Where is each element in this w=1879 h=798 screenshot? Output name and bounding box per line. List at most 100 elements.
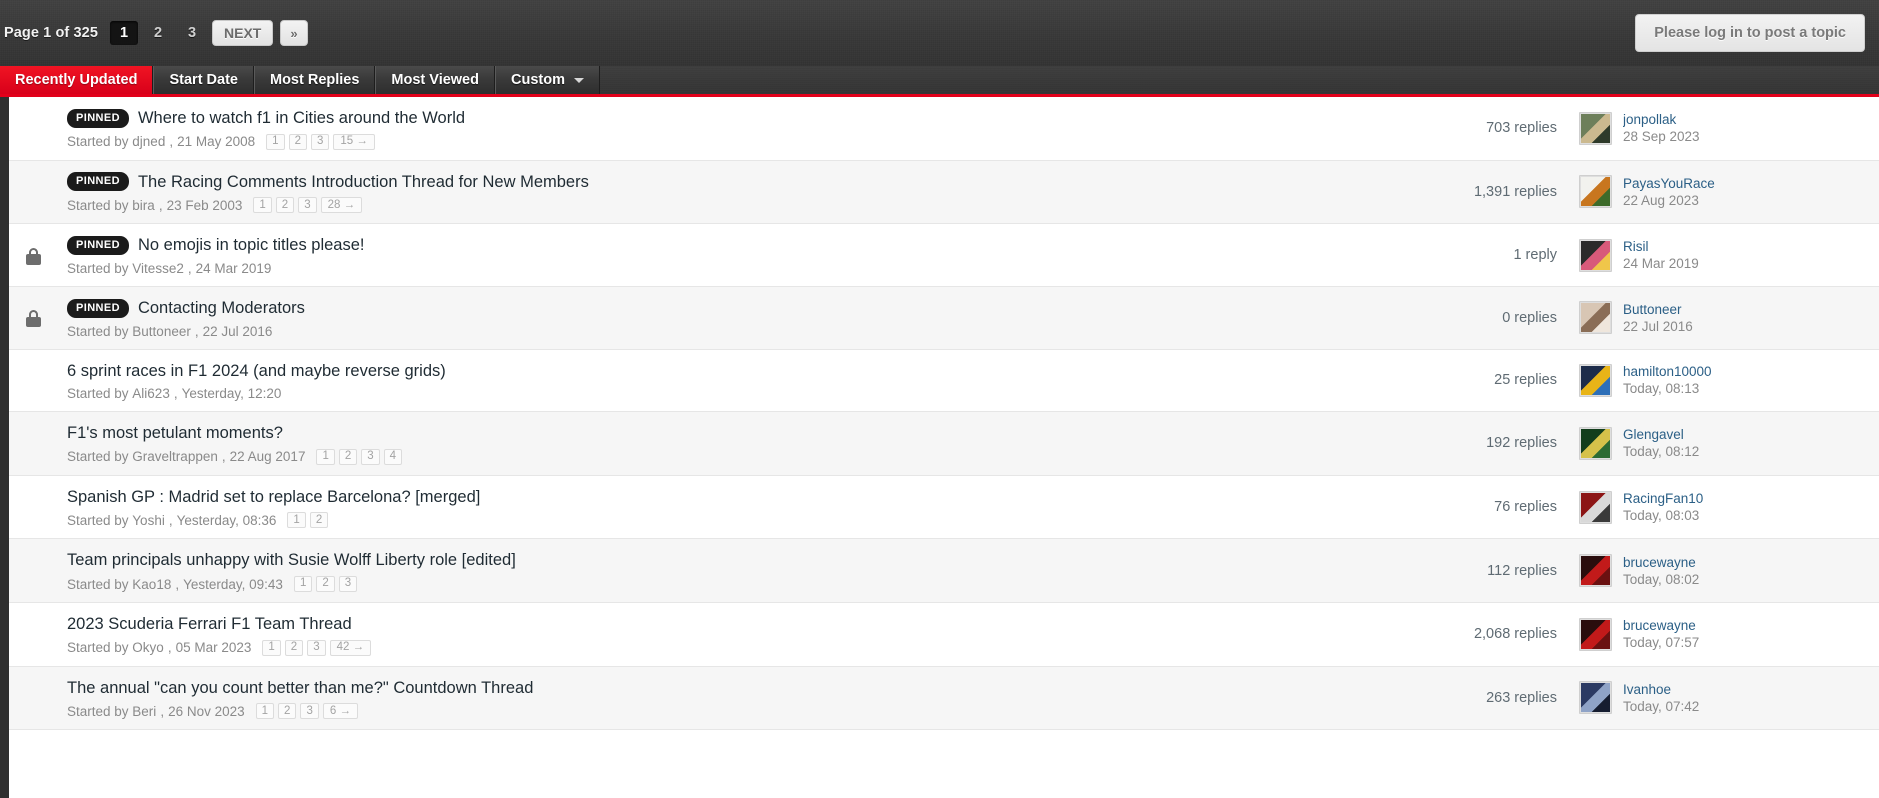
topic-starter-link[interactable]: bira	[132, 198, 155, 213]
page-chip[interactable]: 2	[275, 197, 295, 214]
page-chip[interactable]: 1	[287, 512, 306, 529]
last-page-button[interactable]: »	[280, 20, 308, 46]
last-poster-link[interactable]: Risil	[1623, 239, 1699, 254]
table-row[interactable]: Spanish GP : Madrid set to replace Barce…	[9, 475, 1879, 540]
page-chip[interactable]: 1	[253, 197, 272, 214]
tab-start-date[interactable]: Start Date	[153, 66, 254, 94]
table-row[interactable]: F1's most petulant moments? Started by Gr…	[9, 412, 1879, 476]
avatar[interactable]	[1579, 111, 1612, 145]
topic-title-link[interactable]: Team principals unhappy with Susie Wolff…	[67, 550, 516, 571]
topic-starter-link[interactable]: Yoshi	[132, 513, 165, 528]
table-row[interactable]: PINNED No emojis in topic titles please! S…	[9, 224, 1879, 287]
topic-flag-cell	[9, 539, 57, 602]
page-chip[interactable]: 2	[278, 703, 297, 720]
page-chip[interactable]: 1	[266, 133, 285, 150]
topic-flag-cell	[9, 476, 57, 539]
page-chip[interactable]: 2	[316, 576, 335, 592]
topic-starter-link[interactable]: Vitesse2	[132, 261, 184, 276]
last-poster-link[interactable]: RacingFan10	[1623, 491, 1703, 506]
avatar[interactable]	[1579, 554, 1612, 588]
topic-info-cell: 2023 Scuderia Ferrari F1 Team Thread Star…	[57, 603, 1344, 666]
topic-starter-link[interactable]: djned	[132, 134, 165, 149]
tab-custom[interactable]: Custom	[494, 66, 600, 94]
topic-title-link[interactable]: F1's most petulant moments?	[67, 423, 283, 444]
avatar[interactable]	[1579, 617, 1612, 651]
page-chip[interactable]: 2	[284, 639, 304, 656]
topic-title-link[interactable]: Contacting Moderators	[138, 298, 305, 319]
topic-title-link[interactable]: Where to watch f1 in Cities around the W…	[138, 108, 465, 129]
topic-title-link[interactable]: Spanish GP : Madrid set to replace Barce…	[67, 487, 480, 508]
topic-meta: Started by Ali623, Yesterday, 12:20	[67, 386, 1334, 401]
page-chip[interactable]: 3	[361, 448, 380, 465]
table-row[interactable]: The annual "can you count better than me…	[9, 666, 1879, 731]
last-poster-link[interactable]: Buttoneer	[1623, 302, 1693, 317]
avatar[interactable]	[1579, 301, 1612, 335]
topic-starter-link[interactable]: Graveltrappen	[132, 449, 218, 464]
page-chip[interactable]: 6 →	[322, 703, 358, 720]
topic-starter-link[interactable]: Beri	[132, 704, 156, 719]
last-poster-link[interactable]: Glengavel	[1623, 427, 1699, 442]
avatar[interactable]	[1579, 490, 1612, 524]
avatar-image	[1581, 492, 1610, 522]
avatar[interactable]	[1579, 681, 1612, 715]
avatar[interactable]	[1579, 426, 1612, 460]
page-chip[interactable]: 2	[288, 133, 307, 150]
tab-most-viewed[interactable]: Most Viewed	[375, 66, 495, 94]
last-poster-link[interactable]: brucewayne	[1623, 618, 1699, 633]
page-chip[interactable]: 1	[293, 576, 313, 592]
page-chip[interactable]: 42 →	[329, 639, 372, 656]
topic-title-link[interactable]: No emojis in topic titles please!	[138, 235, 365, 256]
topic-starter-link[interactable]: Kao18	[132, 577, 171, 592]
page-chip[interactable]: 1	[255, 703, 275, 720]
page-chip[interactable]: 3	[298, 197, 317, 214]
avatar[interactable]	[1579, 238, 1612, 272]
tab-recently-updated[interactable]: Recently Updated	[0, 66, 154, 94]
avatar[interactable]	[1579, 175, 1612, 209]
tab-most-replies[interactable]: Most Replies	[253, 66, 376, 94]
page-chip[interactable]: 3	[338, 576, 358, 592]
started-by-label: Started by	[67, 197, 133, 213]
page-number-2[interactable]: 2	[144, 21, 172, 45]
page-number-1[interactable]: 1	[110, 21, 138, 45]
page-chip[interactable]: 1	[316, 448, 335, 465]
topic-starter-link[interactable]: Okyo	[132, 640, 164, 655]
page-chip[interactable]: 3	[300, 703, 319, 720]
page-chip[interactable]: 4	[383, 448, 403, 465]
login-to-post-button[interactable]: Please log in to post a topic	[1635, 14, 1865, 52]
page-chip[interactable]: 15 →	[333, 133, 375, 150]
topic-title-link[interactable]: 2023 Scuderia Ferrari F1 Team Thread	[67, 614, 352, 635]
avatar[interactable]	[1579, 363, 1612, 397]
topic-starter-link[interactable]: Ali623	[132, 386, 170, 401]
topic-start-date: 24 Mar 2019	[195, 260, 272, 276]
table-row[interactable]: 6 sprint races in F1 2024 (and maybe rev…	[9, 349, 1879, 413]
page-chip[interactable]: 3	[307, 639, 326, 656]
page-chip[interactable]: 2	[309, 512, 329, 529]
table-row[interactable]: 2023 Scuderia Ferrari F1 Team Thread Star…	[9, 603, 1879, 667]
page-chip[interactable]: 2	[338, 448, 358, 465]
page-number-3[interactable]: 3	[178, 21, 206, 45]
last-poster-link[interactable]: hamilton10000	[1623, 364, 1712, 379]
next-page-button[interactable]: NEXT	[212, 20, 274, 46]
last-poster-link[interactable]: PayasYouRace	[1623, 176, 1715, 191]
last-poster-link[interactable]: brucewayne	[1623, 555, 1699, 570]
page-chip[interactable]: 28 →	[320, 197, 363, 214]
topic-title-link[interactable]: The annual "can you count better than me…	[67, 678, 533, 699]
topic-title-line: PINNED The Racing Comments Introduction T…	[67, 172, 1334, 193]
page-chip[interactable]: 3	[310, 133, 330, 150]
last-poster-link[interactable]: Ivanhoe	[1623, 682, 1699, 697]
table-row[interactable]: PINNED The Racing Comments Introduction T…	[9, 160, 1879, 225]
last-poster-link[interactable]: jonpollak	[1623, 112, 1700, 127]
table-row[interactable]: Team principals unhappy with Susie Wolff…	[9, 539, 1879, 603]
table-row[interactable]: PINNED Contacting Moderators Started by Bu…	[9, 286, 1879, 350]
topic-starter-link[interactable]: Buttoneer	[132, 324, 191, 339]
reply-count-cell: 1,391 replies	[1473, 183, 1557, 200]
page-chip[interactable]: 1	[262, 639, 281, 656]
topic-title-line: PINNED Where to watch f1 in Cities around…	[67, 108, 1334, 129]
topic-title-link[interactable]: 6 sprint races in F1 2024 (and maybe rev…	[67, 361, 446, 382]
topic-title-link[interactable]: The Racing Comments Introduction Thread …	[138, 172, 589, 193]
table-row[interactable]: PINNED Where to watch f1 in Cities around…	[9, 97, 1879, 161]
pagination: Page 1 of 325 1 2 3 NEXT »	[0, 20, 315, 46]
topic-page-chips: 1236 →	[255, 703, 358, 720]
last-post-date: Today, 07:42	[1623, 698, 1700, 714]
topic-start-date: 22 Aug 2017	[229, 449, 306, 465]
